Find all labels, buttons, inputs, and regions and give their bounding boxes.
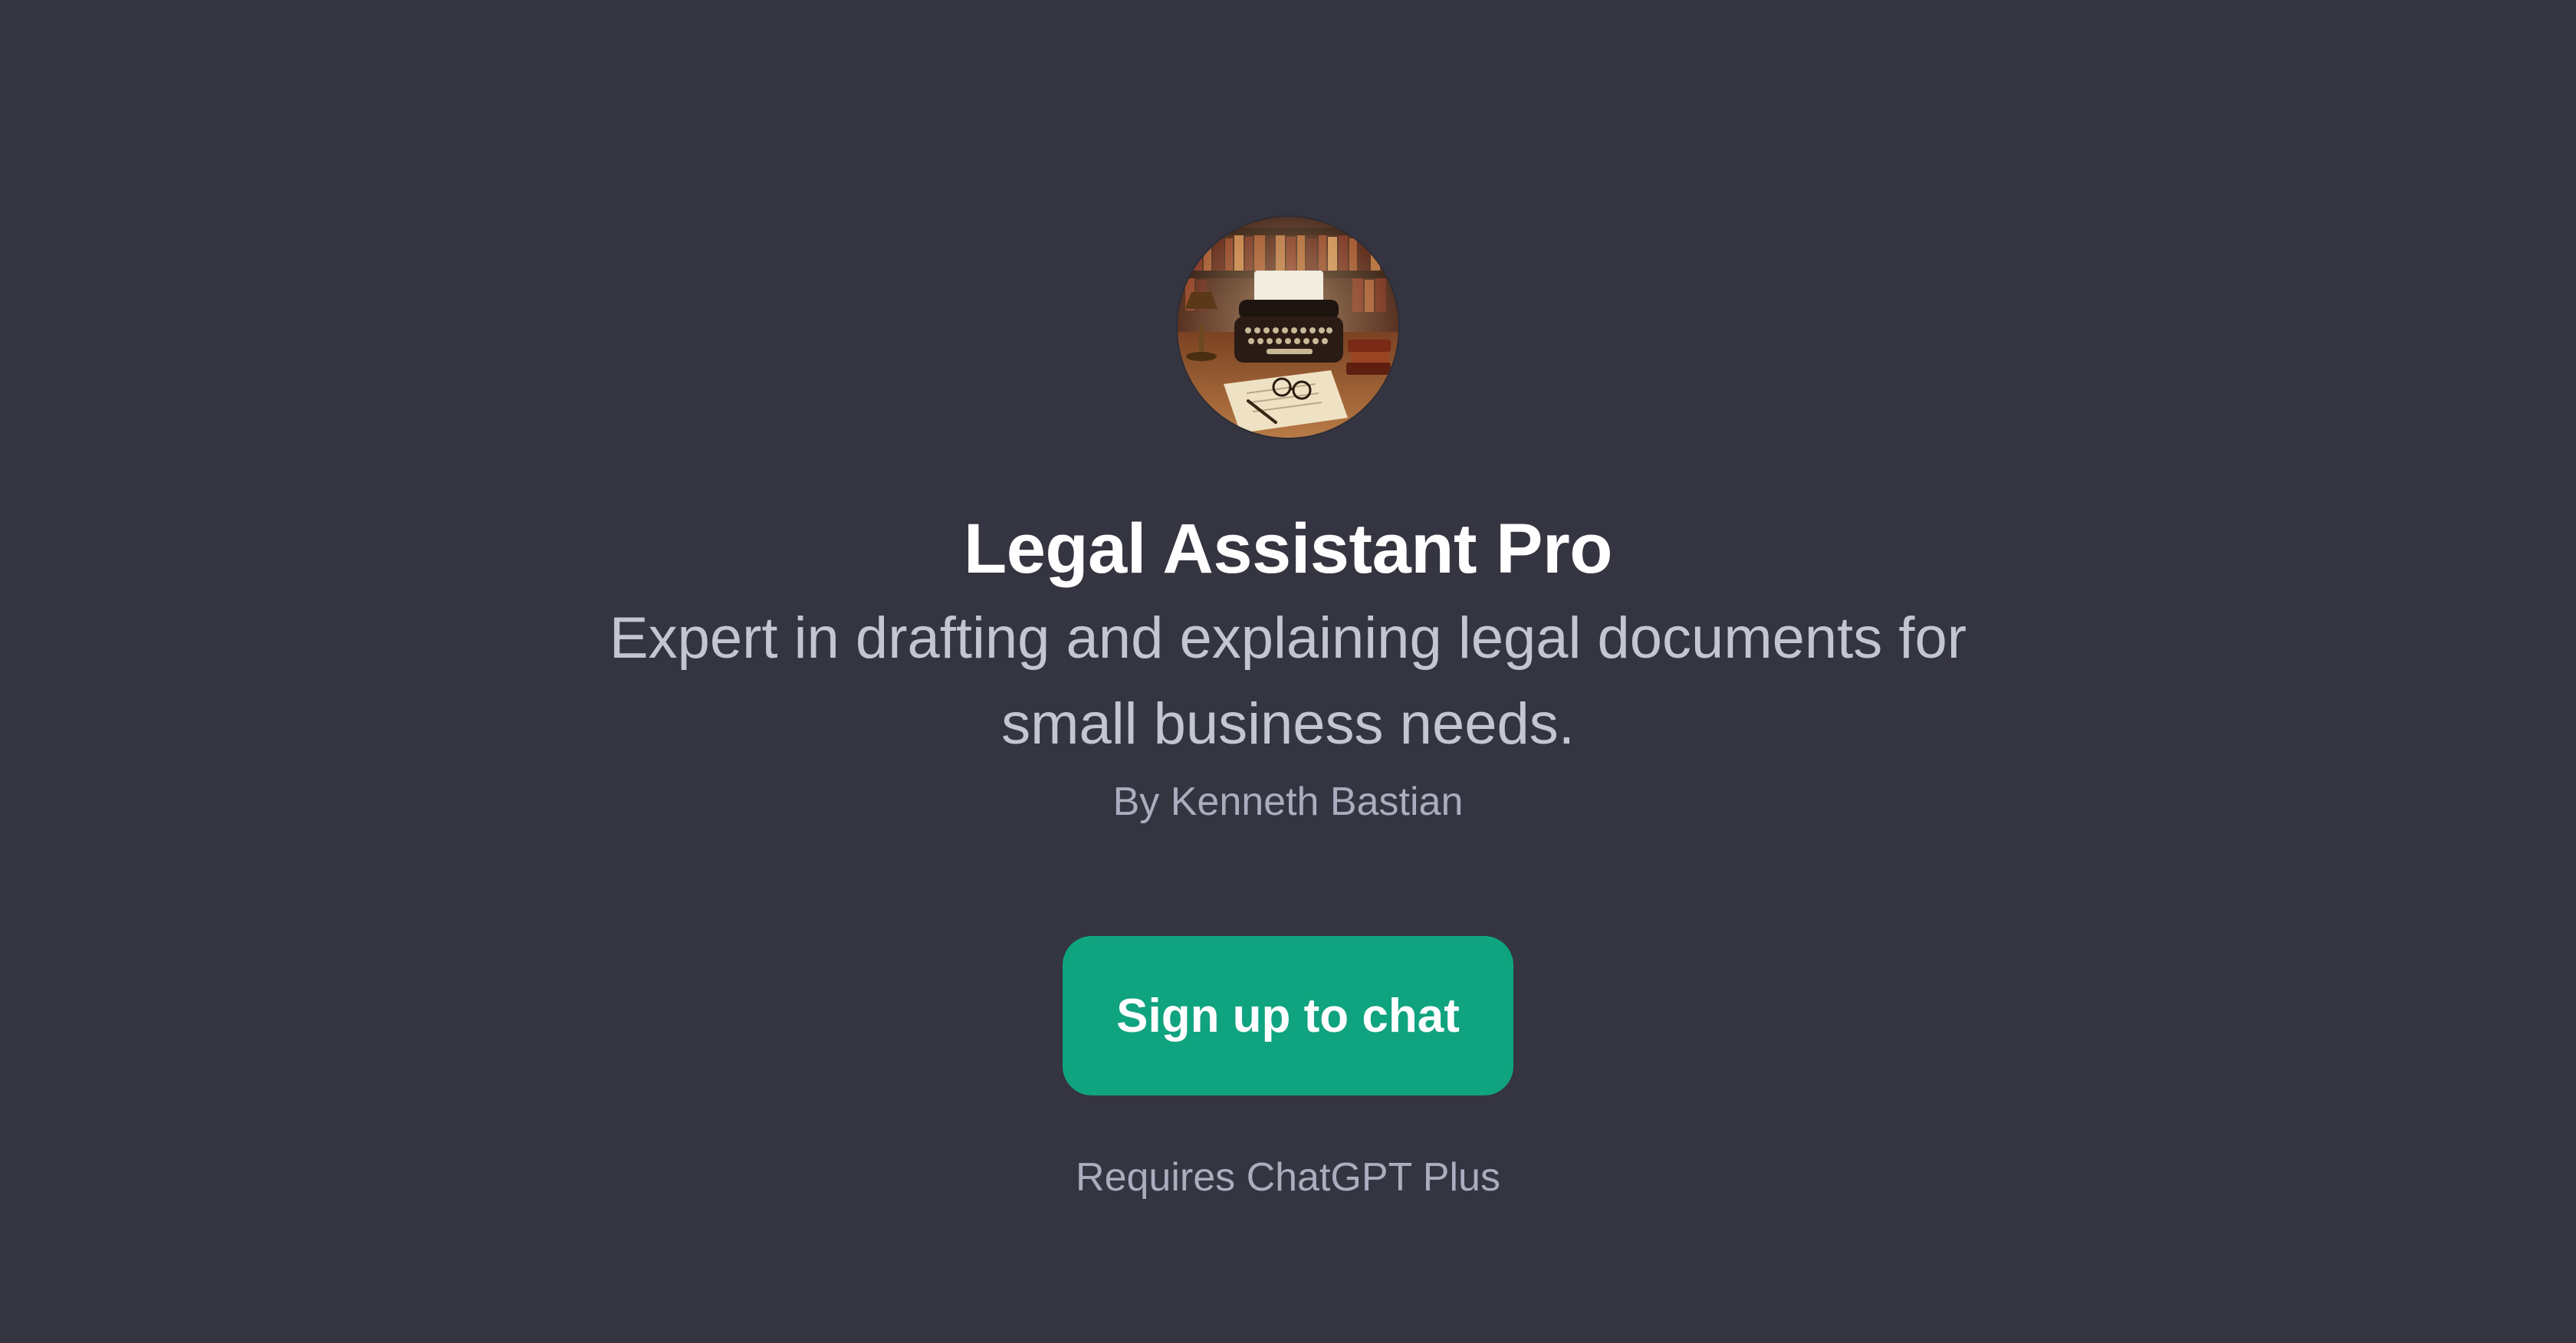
sign-up-to-chat-button[interactable]: Sign up to chat (1063, 936, 1513, 1095)
requires-plus-note: Requires ChatGPT Plus (1076, 1155, 1500, 1200)
typewriter-image-icon (1178, 217, 1398, 438)
gpt-author: By Kenneth Bastian (1112, 780, 1464, 824)
gpt-name-title: Legal Assistant Pro (964, 510, 1613, 588)
gpt-description: Expert in drafting and explaining legal … (609, 606, 1967, 757)
gpt-avatar (1178, 217, 1398, 438)
gpt-landing-page: Legal Assistant Pro Expert in drafting a… (0, 0, 2576, 1343)
